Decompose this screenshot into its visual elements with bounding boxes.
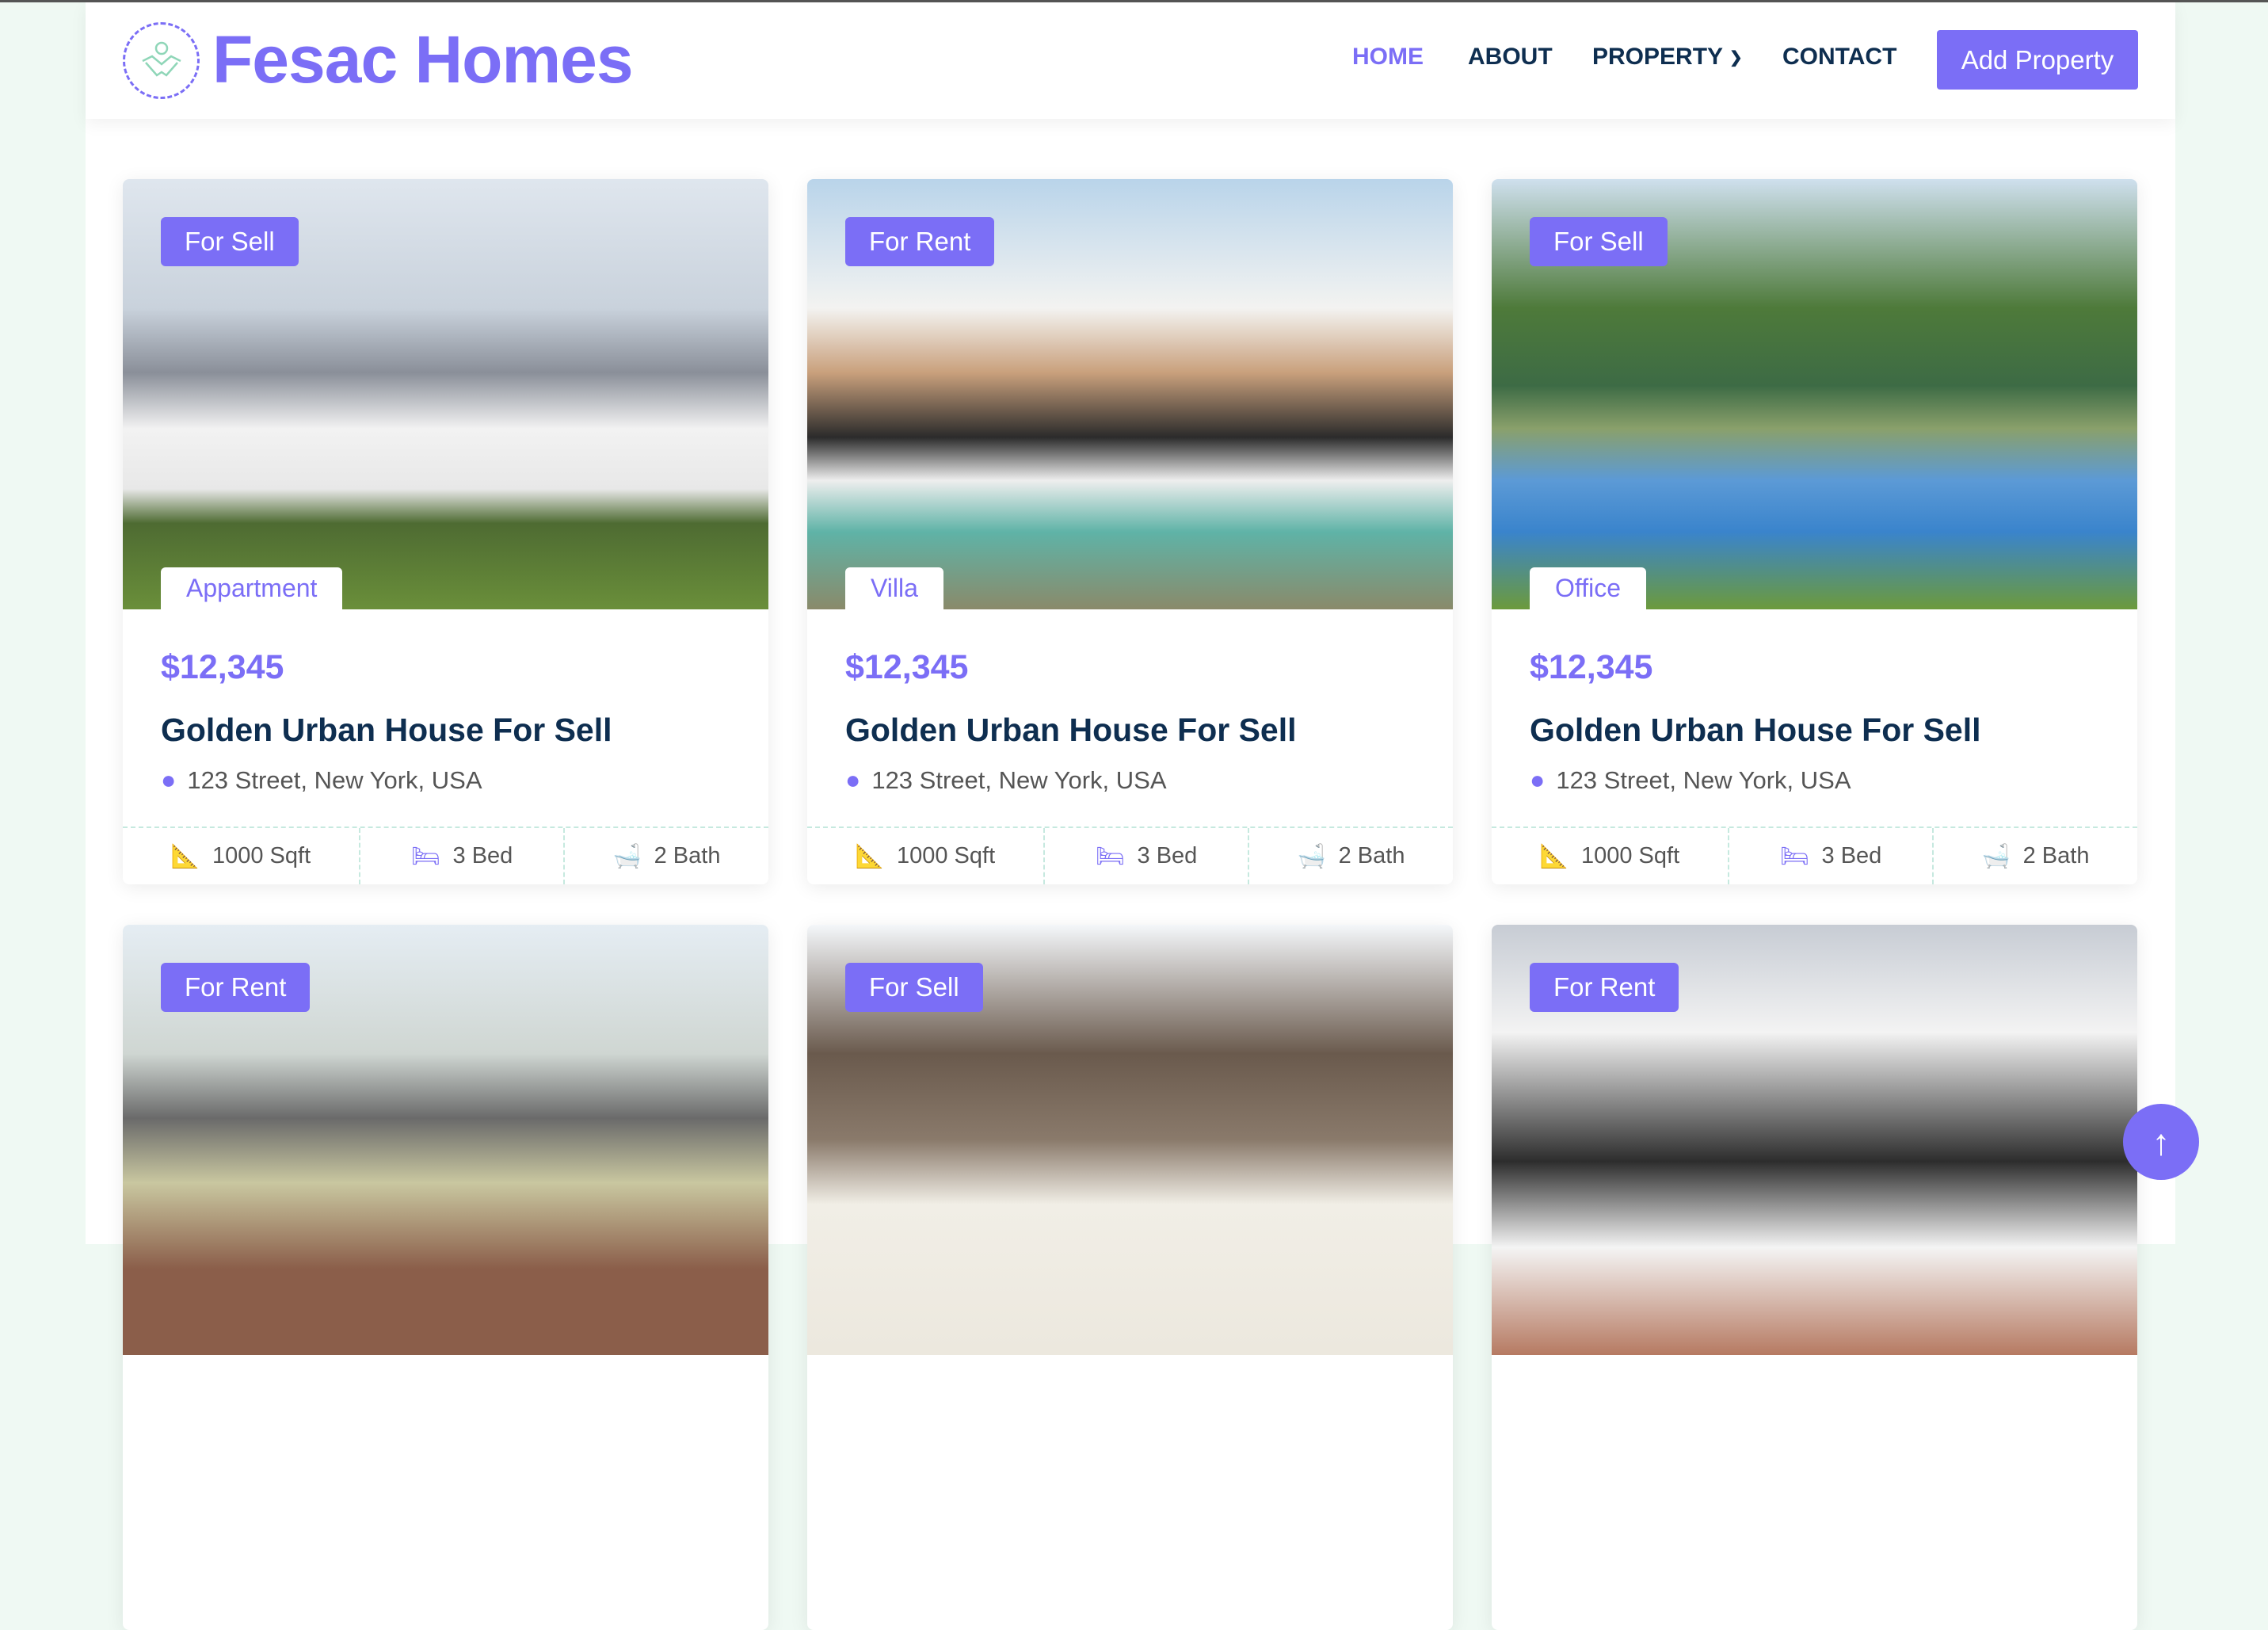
bath-icon: 🛁 xyxy=(1297,843,1326,869)
back-to-top-button[interactable]: ↑ xyxy=(2123,1104,2199,1180)
feature-beds: 🛏 3 Bed xyxy=(1729,828,1934,884)
baths-value: 2 Bath xyxy=(2022,843,2090,868)
feature-baths: 🛁 2 Bath xyxy=(565,828,768,884)
property-address: ● 123 Street, New York, USA xyxy=(161,765,482,795)
area-value: 1000 Sqft xyxy=(1580,843,1680,868)
property-card[interactable]: For Rent xyxy=(1492,925,2137,1630)
handshake-money-icon[interactable] xyxy=(123,22,200,99)
nav-home[interactable]: HOME xyxy=(1352,44,1424,71)
bed-icon: 🛏 xyxy=(1779,843,1809,869)
property-features: 📐 1000 Sqft 🛏 3 Bed 🛁 2 Bath xyxy=(123,826,768,884)
listing-type-badge: For Sell xyxy=(845,963,983,1012)
add-property-button[interactable]: Add Property xyxy=(1937,30,2138,90)
baths-value: 2 Bath xyxy=(1338,843,1405,868)
address-text: 123 Street, New York, USA xyxy=(187,765,482,794)
nav-property-label: PROPERTY xyxy=(1592,44,1724,70)
property-card[interactable]: For Sell xyxy=(807,925,1453,1630)
bath-icon: 🛁 xyxy=(1981,843,2011,869)
bed-icon: 🛏 xyxy=(1095,843,1125,869)
chevron-down-icon: ❯ xyxy=(1729,48,1743,67)
property-card[interactable]: For Rent Villa $12,345 Golden Urban House… xyxy=(807,179,1453,884)
listing-type-badge: For Rent xyxy=(845,217,995,266)
ruler-icon: 📐 xyxy=(170,843,200,869)
map-pin-icon: ● xyxy=(161,765,177,794)
property-title[interactable]: Golden Urban House For Sell xyxy=(1530,712,1981,749)
beds-value: 3 Bed xyxy=(452,843,513,868)
feature-beds: 🛏 3 Bed xyxy=(360,828,565,884)
property-category-tag: Office xyxy=(1530,567,1646,609)
feature-baths: 🛁 2 Bath xyxy=(1934,828,2137,884)
property-price: $12,345 xyxy=(161,648,284,686)
area-value: 1000 Sqft xyxy=(212,843,311,868)
property-card[interactable]: For Sell Office $12,345 Golden Urban Hous… xyxy=(1492,179,2137,884)
feature-beds: 🛏 3 Bed xyxy=(1045,828,1249,884)
navbar: Fesac Homes HOME ABOUT PROPERTY ❯ CONTACT… xyxy=(86,2,2175,119)
property-card[interactable]: For Rent xyxy=(123,925,768,1630)
property-address: ● 123 Street, New York, USA xyxy=(845,765,1167,795)
area-value: 1000 Sqft xyxy=(896,843,996,868)
nav-property[interactable]: PROPERTY ❯ xyxy=(1592,44,1743,71)
feature-baths: 🛁 2 Bath xyxy=(1249,828,1453,884)
bath-icon: 🛁 xyxy=(612,843,642,869)
address-text: 123 Street, New York, USA xyxy=(871,765,1167,794)
map-pin-icon: ● xyxy=(1530,765,1546,794)
bed-icon: 🛏 xyxy=(410,843,440,869)
property-title[interactable]: Golden Urban House For Sell xyxy=(161,712,612,749)
property-title[interactable]: Golden Urban House For Sell xyxy=(845,712,1297,749)
property-features: 📐 1000 Sqft 🛏 3 Bed 🛁 2 Bath xyxy=(807,826,1453,884)
property-category-tag: Appartment xyxy=(161,567,343,609)
feature-area: 📐 1000 Sqft xyxy=(1492,828,1729,884)
feature-area: 📐 1000 Sqft xyxy=(123,828,360,884)
property-category-tag: Villa xyxy=(845,567,943,609)
property-features: 📐 1000 Sqft 🛏 3 Bed 🛁 2 Bath xyxy=(1492,826,2137,884)
property-card[interactable]: For Sell Appartment $12,345 Golden Urban … xyxy=(123,179,768,884)
listing-type-badge: For Sell xyxy=(1530,217,1668,266)
ruler-icon: 📐 xyxy=(855,843,884,869)
beds-value: 3 Bed xyxy=(1821,843,1882,868)
property-price: $12,345 xyxy=(845,648,969,686)
baths-value: 2 Bath xyxy=(654,843,721,868)
property-address: ● 123 Street, New York, USA xyxy=(1530,765,1851,795)
brand-name[interactable]: Fesac Homes xyxy=(212,21,634,98)
nav-about[interactable]: ABOUT xyxy=(1468,44,1553,71)
ruler-icon: 📐 xyxy=(1539,843,1569,869)
listing-type-badge: For Rent xyxy=(161,963,311,1012)
listing-type-badge: For Rent xyxy=(1530,963,1679,1012)
feature-area: 📐 1000 Sqft xyxy=(807,828,1045,884)
map-pin-icon: ● xyxy=(845,765,861,794)
property-price: $12,345 xyxy=(1530,648,1653,686)
beds-value: 3 Bed xyxy=(1137,843,1198,868)
address-text: 123 Street, New York, USA xyxy=(1556,765,1851,794)
listing-type-badge: For Sell xyxy=(161,217,299,266)
nav-contact[interactable]: CONTACT xyxy=(1782,44,1896,71)
